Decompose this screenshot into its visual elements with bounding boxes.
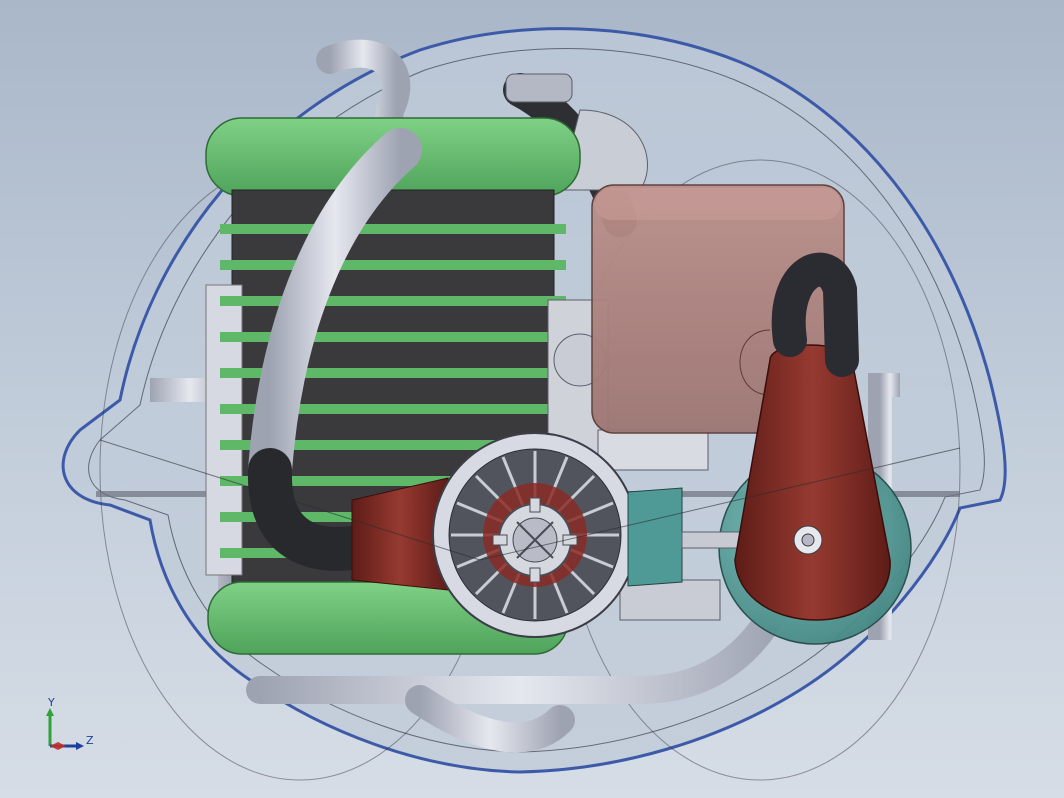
pump-coupling[interactable]	[627, 487, 683, 587]
z-axis-label: Z	[86, 734, 94, 747]
x-axis-icon	[50, 742, 66, 750]
radiator-side-frame	[205, 284, 243, 576]
coordinate-triad: Y Z	[46, 696, 94, 750]
bevel-gear-icon	[793, 525, 823, 555]
y-axis-label: Y	[47, 696, 55, 709]
blower-fan[interactable]	[432, 432, 638, 638]
cad-viewport[interactable]	[0, 0, 1064, 798]
